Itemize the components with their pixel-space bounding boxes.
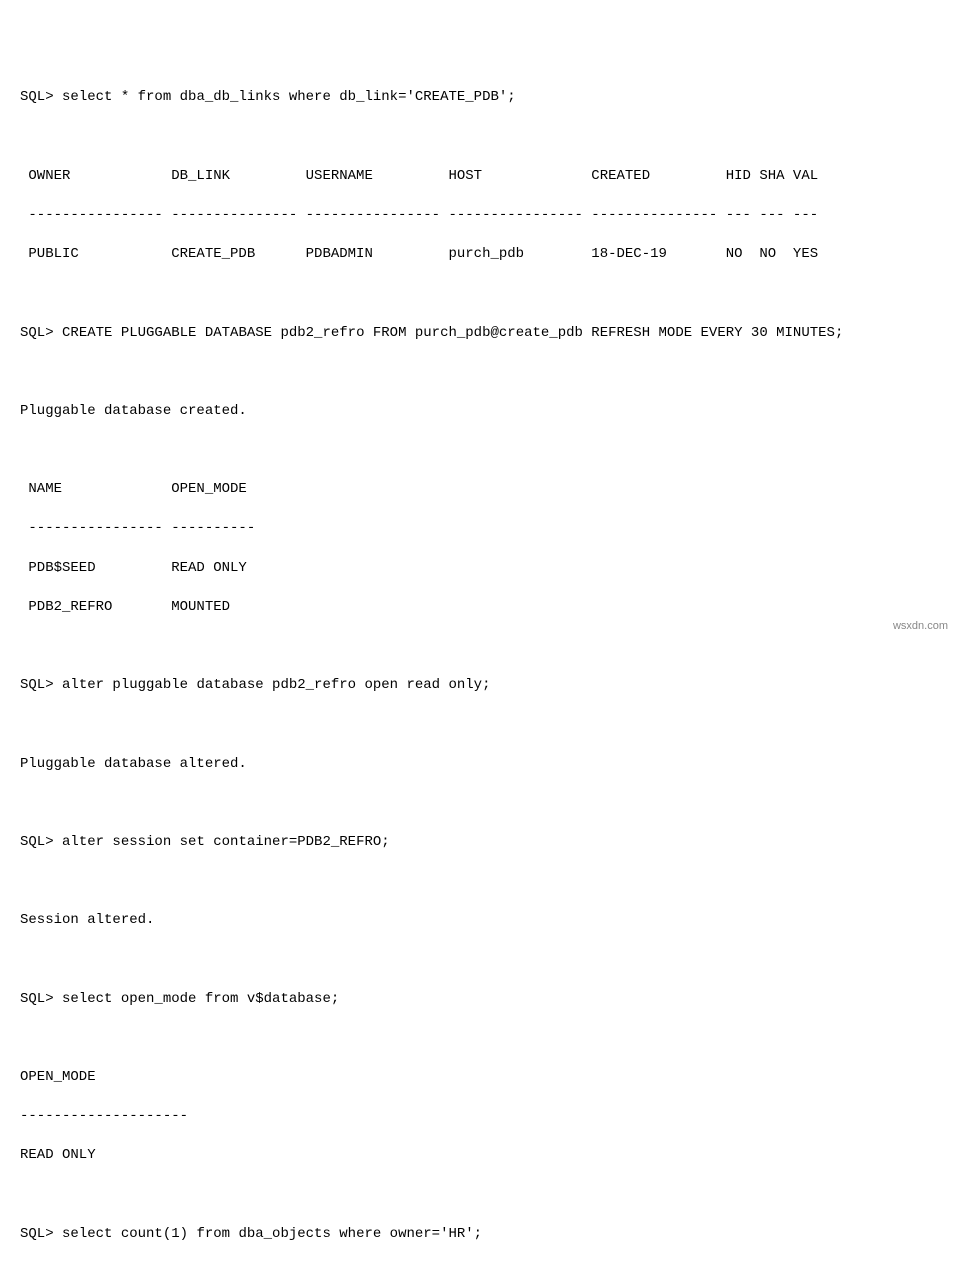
blank xyxy=(20,1029,936,1049)
blank xyxy=(20,363,936,383)
watermark: wsxdn.com xyxy=(893,619,948,634)
prompt: SQL> xyxy=(20,89,62,105)
table-row: PUBLIC CREATE_PDB PDBADMIN purch_pdb 18-… xyxy=(20,245,936,265)
sql-line: SQL> alter pluggable database pdb2_refro… xyxy=(20,676,936,696)
sql-line: SQL> select count(1) from dba_objects wh… xyxy=(20,1225,936,1245)
sql-line: SQL> alter session set container=PDB2_RE… xyxy=(20,833,936,853)
prompt: SQL> xyxy=(20,1226,62,1242)
table-header: OWNER DB_LINK USERNAME HOST CREATED HID … xyxy=(20,167,936,187)
table-header: NAME OPEN_MODE xyxy=(20,480,936,500)
command: select open_mode from v$database; xyxy=(62,991,339,1007)
table-row: PDB$SEED READ ONLY xyxy=(20,559,936,579)
blank xyxy=(20,128,936,148)
message: Pluggable database altered. xyxy=(20,755,936,775)
blank xyxy=(20,715,936,735)
prompt: SQL> xyxy=(20,834,62,850)
blank xyxy=(20,872,936,892)
command: alter session set container=PDB2_REFRO; xyxy=(62,834,390,850)
table-rule: ---------------- --------------- -------… xyxy=(20,206,936,226)
command: alter pluggable database pdb2_refro open… xyxy=(62,677,490,693)
blank xyxy=(20,1186,936,1206)
message: Session altered. xyxy=(20,911,936,931)
blank xyxy=(20,441,936,461)
command: select * from dba_db_links where db_link… xyxy=(62,89,516,105)
prompt: SQL> xyxy=(20,677,62,693)
table-row: PDB2_REFRO MOUNTED xyxy=(20,598,936,618)
command: select count(1) from dba_objects where o… xyxy=(62,1226,482,1242)
blank xyxy=(20,951,936,971)
table-row: READ ONLY xyxy=(20,1146,936,1166)
command: CREATE PLUGGABLE DATABASE pdb2_refro FRO… xyxy=(62,325,843,341)
blank xyxy=(20,1264,936,1280)
message: Pluggable database created. xyxy=(20,402,936,422)
table-rule: -------------------- xyxy=(20,1107,936,1127)
prompt: SQL> xyxy=(20,325,62,341)
sql-line: SQL> select * from dba_db_links where db… xyxy=(20,88,936,108)
sql-line: SQL> select open_mode from v$database; xyxy=(20,990,936,1010)
sql-line: SQL> CREATE PLUGGABLE DATABASE pdb2_refr… xyxy=(20,324,936,344)
table-rule: ---------------- ---------- xyxy=(20,519,936,539)
table-header: OPEN_MODE xyxy=(20,1068,936,1088)
blank xyxy=(20,794,936,814)
blank xyxy=(20,284,936,304)
prompt: SQL> xyxy=(20,991,62,1007)
